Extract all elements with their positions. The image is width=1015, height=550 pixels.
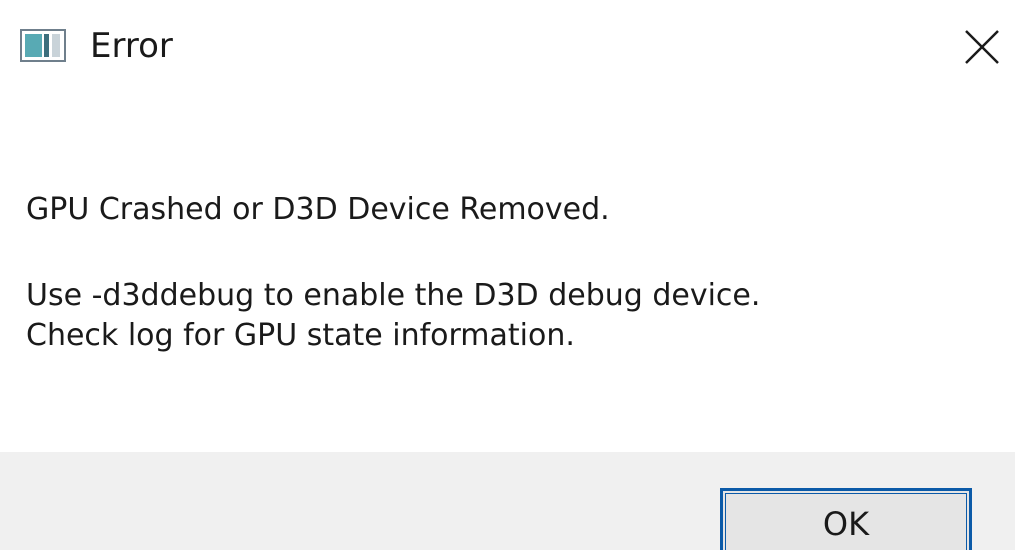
title-bar: Error	[0, 0, 1015, 95]
button-bar: OK	[0, 452, 1015, 550]
ok-button-label: OK	[822, 505, 870, 543]
error-message-line: GPU Crashed or D3D Device Removed.	[26, 192, 610, 227]
ok-button[interactable]: OK	[720, 488, 972, 550]
close-icon	[965, 30, 999, 64]
app-icon-pane	[52, 34, 60, 57]
error-message-line: Check log for GPU state information.	[26, 318, 575, 353]
error-dialog: Error GPU Crashed or D3D Device Removed.…	[0, 0, 1015, 550]
app-window-icon	[20, 29, 66, 62]
error-message-line: Use -d3ddebug to enable the D3D debug de…	[26, 278, 761, 313]
app-icon-pane	[25, 34, 42, 57]
window-title: Error	[90, 26, 173, 66]
close-button[interactable]	[952, 18, 1012, 76]
message-body: GPU Crashed or D3D Device Removed. Use -…	[26, 190, 760, 356]
app-icon-pane	[44, 34, 49, 57]
